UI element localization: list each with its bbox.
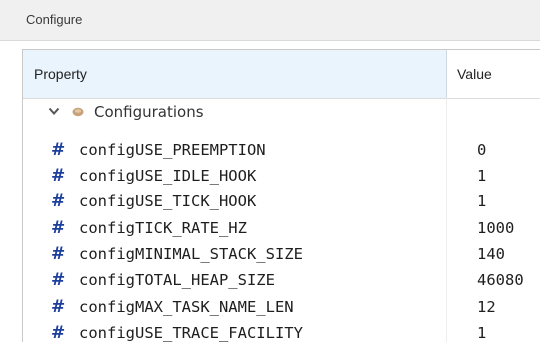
- property-value[interactable]: 1000: [477, 219, 514, 237]
- configure-window: Configure Property Value Configurations …: [0, 0, 540, 342]
- column-header-property-label: Property: [34, 66, 87, 82]
- table-row[interactable]: # configMAX_TASK_NAME_LEN 12: [23, 297, 540, 321]
- hash-icon: #: [51, 270, 66, 290]
- column-header-value-label: Value: [457, 66, 492, 82]
- table-row[interactable]: # configUSE_PREEMPTION 0: [23, 140, 540, 164]
- config-icon: [72, 107, 84, 117]
- table-row[interactable]: # configTOTAL_HEAP_SIZE 46080: [23, 270, 540, 294]
- table-row[interactable]: # configUSE_IDLE_HOOK 1: [23, 166, 540, 190]
- group-row-configurations[interactable]: Configurations: [23, 102, 540, 124]
- property-name: configUSE_IDLE_HOOK: [79, 167, 257, 185]
- column-header-value[interactable]: Value: [447, 50, 540, 98]
- property-name: configTOTAL_HEAP_SIZE: [79, 271, 275, 289]
- property-value[interactable]: 1: [477, 192, 486, 210]
- property-name: configTICK_RATE_HZ: [79, 219, 247, 237]
- group-label: Configurations: [94, 103, 204, 121]
- table-row[interactable]: # configTICK_RATE_HZ 1000: [23, 218, 540, 242]
- property-table: Property Value Configurations # configUS…: [22, 49, 540, 342]
- property-value[interactable]: 1: [477, 167, 486, 185]
- property-name: configUSE_PREEMPTION: [79, 141, 266, 159]
- window-title: Configure: [26, 12, 83, 27]
- property-name: configUSE_TICK_HOOK: [79, 192, 257, 210]
- hash-icon: #: [51, 323, 66, 342]
- property-name: configUSE_TRACE_FACILITY: [79, 324, 303, 342]
- property-value[interactable]: 140: [477, 245, 505, 263]
- table-row[interactable]: # configMINIMAL_STACK_SIZE 140: [23, 244, 540, 268]
- property-value[interactable]: 12: [477, 298, 496, 316]
- hash-icon: #: [51, 191, 66, 211]
- chevron-down-icon[interactable]: [48, 105, 60, 117]
- column-header-property[interactable]: Property: [23, 50, 446, 98]
- property-value[interactable]: 1: [477, 324, 486, 342]
- title-bar: Configure: [0, 0, 540, 41]
- property-name: configMINIMAL_STACK_SIZE: [79, 245, 303, 263]
- hash-icon: #: [51, 297, 66, 317]
- table-header: Property Value: [23, 50, 540, 99]
- hash-icon: #: [51, 218, 66, 238]
- table-row[interactable]: # configUSE_TRACE_FACILITY 1: [23, 323, 540, 342]
- property-value[interactable]: 46080: [477, 271, 524, 289]
- hash-icon: #: [51, 166, 66, 186]
- property-name: configMAX_TASK_NAME_LEN: [79, 298, 294, 316]
- property-value[interactable]: 0: [477, 141, 486, 159]
- hash-icon: #: [51, 140, 66, 160]
- table-row[interactable]: # configUSE_TICK_HOOK 1: [23, 191, 540, 215]
- hash-icon: #: [51, 244, 66, 264]
